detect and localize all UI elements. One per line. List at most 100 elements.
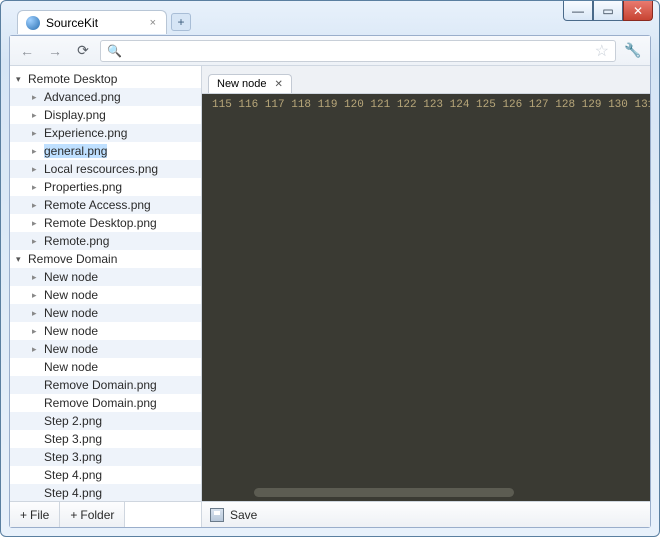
- tree-item-label: New node: [44, 270, 98, 284]
- back-button[interactable]: ←: [16, 40, 38, 62]
- tree-file[interactable]: Step 3.png: [10, 448, 201, 466]
- tree-file[interactable]: Step 4.png: [10, 466, 201, 484]
- leaf-icon: ▸: [32, 290, 42, 301]
- leaf-icon: ▸: [32, 92, 42, 103]
- file-sidebar: ▾Remote Desktop▸Advanced.png▸Display.png…: [10, 66, 202, 527]
- browser-window: — ▭ ✕ SourceKit × + ← → ⟳ 🔍 ☆ 🔧 ▾Remote …: [0, 0, 660, 537]
- chevron-down-icon: ▾: [16, 254, 28, 265]
- tree-file[interactable]: ▸Remote Access.png: [10, 196, 201, 214]
- tree-item-label: New node: [44, 288, 98, 302]
- tree-item-label: Remote Access.png: [44, 198, 151, 212]
- tree-item-label: Step 3.png: [44, 450, 102, 464]
- chevron-down-icon: ▾: [16, 74, 28, 85]
- tree-file[interactable]: ▸New node: [10, 286, 201, 304]
- editor-tab[interactable]: New node ✕: [208, 74, 292, 93]
- browser-tab[interactable]: SourceKit ×: [17, 10, 167, 34]
- tree-file[interactable]: ▸Display.png: [10, 106, 201, 124]
- tree-item-label: Advanced.png: [44, 90, 121, 104]
- editor-pane: New node ✕ 115 116 117 118 119 120 121 1…: [202, 66, 650, 527]
- tree-item-label: Remove Domain: [28, 252, 117, 266]
- tree-item-label: Step 3.png: [44, 432, 102, 446]
- wrench-menu-button[interactable]: 🔧: [622, 40, 644, 62]
- tree-item-label: New node: [44, 306, 98, 320]
- file-tree[interactable]: ▾Remote Desktop▸Advanced.png▸Display.png…: [10, 66, 201, 501]
- tree-file[interactable]: ▸New node: [10, 340, 201, 358]
- leaf-icon: ▸: [32, 218, 42, 229]
- tree-item-label: New node: [44, 360, 98, 374]
- editor-tab-label: New node: [217, 78, 267, 90]
- editor-tabstrip: New node ✕: [202, 66, 650, 94]
- leaf-icon: ▸: [32, 200, 42, 211]
- tab-title: SourceKit: [46, 16, 98, 30]
- leaf-icon: ▸: [32, 182, 42, 193]
- browser-toolbar: ← → ⟳ 🔍 ☆ 🔧: [10, 36, 650, 66]
- tree-file[interactable]: ▸New node: [10, 322, 201, 340]
- tree-item-label: general.png: [44, 144, 107, 158]
- tree-item-label: Step 4.png: [44, 486, 102, 500]
- tree-file[interactable]: ▸Remote Desktop.png: [10, 214, 201, 232]
- tree-item-label: Remote Desktop: [28, 72, 117, 86]
- forward-button[interactable]: →: [44, 40, 66, 62]
- editor-tab-close-icon[interactable]: ✕: [275, 79, 283, 90]
- leaf-icon: ▸: [32, 146, 42, 157]
- new-tab-button[interactable]: +: [171, 13, 191, 31]
- reload-button[interactable]: ⟳: [72, 40, 94, 62]
- tree-file[interactable]: New node: [10, 358, 201, 376]
- tree-item-label: Step 4.png: [44, 468, 102, 482]
- tree-item-label: New node: [44, 324, 98, 338]
- tree-item-label: Remove Domain.png: [44, 378, 157, 392]
- browser-content: ← → ⟳ 🔍 ☆ 🔧 ▾Remote Desktop▸Advanced.png…: [9, 35, 651, 528]
- save-icon: [210, 508, 224, 522]
- window-minimize-button[interactable]: —: [563, 1, 593, 21]
- window-maximize-button[interactable]: ▭: [593, 1, 623, 21]
- leaf-icon: ▸: [32, 236, 42, 247]
- tree-item-label: Display.png: [44, 108, 106, 122]
- tree-item-label: Properties.png: [44, 180, 122, 194]
- browser-tabstrip: SourceKit × +: [9, 9, 651, 35]
- tree-file[interactable]: ▸Experience.png: [10, 124, 201, 142]
- search-icon: 🔍: [107, 44, 122, 58]
- tree-folder[interactable]: ▾Remote Desktop: [10, 70, 201, 88]
- favicon-icon: [26, 16, 40, 30]
- tree-file[interactable]: ▸Remote.png: [10, 232, 201, 250]
- add-folder-button[interactable]: + Folder: [60, 502, 125, 527]
- leaf-icon: ▸: [32, 344, 42, 355]
- bookmark-star-icon[interactable]: ☆: [595, 41, 609, 61]
- editor-statusbar: Save: [202, 501, 650, 527]
- tree-file[interactable]: ▸Properties.png: [10, 178, 201, 196]
- window-close-button[interactable]: ✕: [623, 1, 653, 21]
- horizontal-scrollbar[interactable]: [254, 488, 514, 497]
- tree-file[interactable]: ▸Advanced.png: [10, 88, 201, 106]
- tree-file[interactable]: Step 3.png: [10, 430, 201, 448]
- leaf-icon: ▸: [32, 326, 42, 337]
- tree-file[interactable]: Remove Domain.png: [10, 394, 201, 412]
- leaf-icon: ▸: [32, 308, 42, 319]
- line-number-gutter: 115 116 117 118 119 120 121 122 123 124 …: [202, 94, 650, 501]
- tree-file[interactable]: ▸general.png: [10, 142, 201, 160]
- tree-file[interactable]: Step 2.png: [10, 412, 201, 430]
- add-file-button[interactable]: + File: [10, 502, 60, 527]
- url-bar[interactable]: 🔍 ☆: [100, 40, 616, 62]
- add-folder-label: Folder: [80, 508, 114, 522]
- tree-file[interactable]: ▸New node: [10, 268, 201, 286]
- leaf-icon: ▸: [32, 110, 42, 121]
- leaf-icon: ▸: [32, 272, 42, 283]
- tree-item-label: Experience.png: [44, 126, 127, 140]
- leaf-icon: ▸: [32, 164, 42, 175]
- plus-icon: +: [70, 508, 77, 522]
- tree-file[interactable]: ▸Local rescources.png: [10, 160, 201, 178]
- tree-file[interactable]: Step 4.png: [10, 484, 201, 501]
- app-main: ▾Remote Desktop▸Advanced.png▸Display.png…: [10, 66, 650, 527]
- tree-file[interactable]: Remove Domain.png: [10, 376, 201, 394]
- plus-icon: +: [20, 508, 27, 522]
- code-editor[interactable]: 115 116 117 118 119 120 121 122 123 124 …: [202, 94, 650, 501]
- tree-item-label: Remote Desktop.png: [44, 216, 157, 230]
- tree-item-label: Step 2.png: [44, 414, 102, 428]
- tab-close-icon[interactable]: ×: [150, 17, 156, 29]
- tree-item-label: Remote.png: [44, 234, 109, 248]
- save-button[interactable]: Save: [230, 508, 257, 522]
- tree-file[interactable]: ▸New node: [10, 304, 201, 322]
- leaf-icon: ▸: [32, 128, 42, 139]
- tree-folder[interactable]: ▾Remove Domain: [10, 250, 201, 268]
- tree-item-label: Local rescources.png: [44, 162, 158, 176]
